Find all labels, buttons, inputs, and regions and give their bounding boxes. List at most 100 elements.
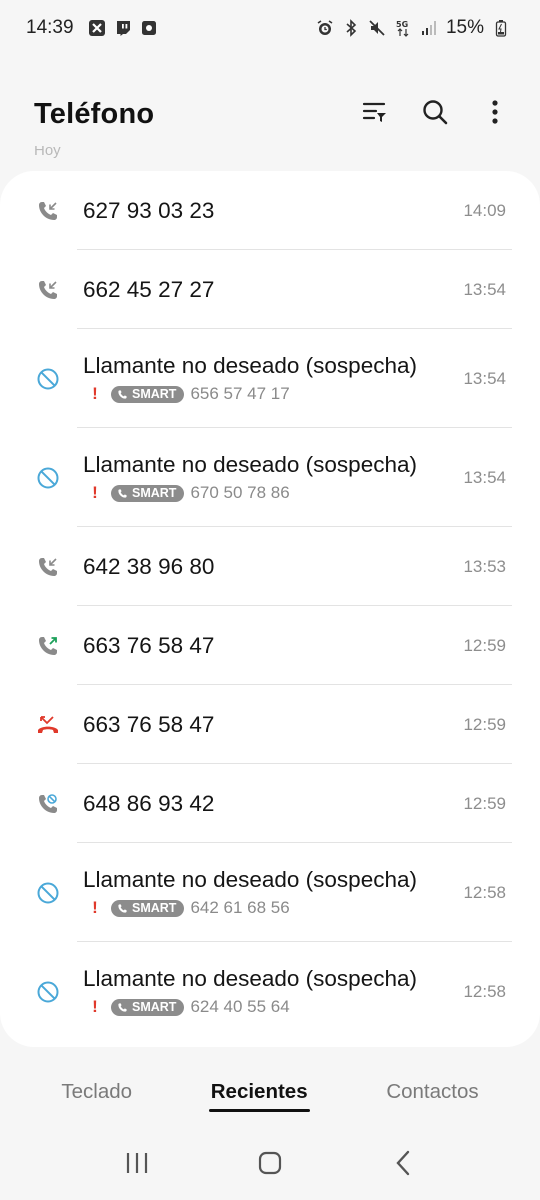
blocked-icon <box>34 978 62 1006</box>
call-time: 13:53 <box>463 556 506 576</box>
call-time: 14:09 <box>463 200 506 220</box>
blocked-icon <box>34 464 62 492</box>
header-actions <box>358 97 512 131</box>
home-icon <box>257 1150 283 1181</box>
incoming-call-icon <box>34 197 62 225</box>
warning-icon: ! <box>92 384 98 403</box>
call-details: 648 86 93 42 <box>83 791 453 817</box>
caller-name: Llamante no deseado (sospecha) <box>83 966 417 991</box>
back-button[interactable] <box>378 1140 428 1190</box>
call-time: 13:54 <box>463 279 506 299</box>
recent-apps-button[interactable] <box>112 1140 162 1190</box>
call-log-row[interactable]: Llamante no deseado (sospecha)! SMART 670 … <box>0 428 540 527</box>
caller-name: 642 38 96 80 <box>83 553 215 579</box>
incoming-call-icon <box>34 276 62 304</box>
tab-recents[interactable]: Recientes <box>207 1072 312 1112</box>
x-app-icon <box>88 19 106 37</box>
section-header-peek: Hoy <box>34 146 61 159</box>
status-right: 5G 15% <box>316 17 510 39</box>
call-log-row[interactable]: 662 45 27 27 13:54 <box>0 250 540 329</box>
battery-percent: 15% <box>445 17 484 38</box>
call-details: 642 38 96 80 <box>83 554 453 580</box>
phone-icon <box>118 389 127 399</box>
call-log-row[interactable]: 663 76 58 47 12:59 <box>0 606 540 685</box>
caller-number: 670 50 78 86 <box>190 483 290 502</box>
tab-contacts[interactable]: Contactos <box>382 1072 482 1112</box>
smart-call-badge: SMART <box>111 484 185 502</box>
recent-apps-icon <box>124 1151 150 1180</box>
warning-icon: ! <box>92 997 98 1016</box>
caller-name: 663 76 58 47 <box>83 632 215 658</box>
call-details: 627 93 03 23 <box>83 198 453 224</box>
incoming-call-icon <box>34 553 62 581</box>
blocked-icon <box>34 879 62 907</box>
phone-icon <box>118 903 127 913</box>
bottom-tab-bar: Teclado Recientes Contactos <box>0 1062 540 1122</box>
smart-call-badge: SMART <box>111 998 185 1016</box>
call-subline: ! SMART 670 50 78 86 <box>83 483 453 503</box>
filter-icon <box>362 99 388 130</box>
call-log-row[interactable]: Llamante no deseado (sospecha)! SMART 642 … <box>0 843 540 942</box>
smart-call-badge: SMART <box>111 385 185 403</box>
5g-icon: 5G <box>394 19 412 37</box>
call-log-row[interactable]: 642 38 96 80 13:53 <box>0 527 540 606</box>
tab-keypad[interactable]: Teclado <box>57 1072 136 1112</box>
caller-name: Llamante no deseado (sospecha) <box>83 452 417 477</box>
twitch-icon <box>114 19 132 37</box>
smart-badge-label: SMART <box>132 486 177 500</box>
more-vertical-icon <box>491 99 499 130</box>
page-title: Teléfono <box>34 97 155 130</box>
caller-name: 627 93 03 23 <box>83 197 215 223</box>
blocked-icon <box>34 365 62 393</box>
call-log-row[interactable]: 648 86 93 42 12:59 <box>0 764 540 843</box>
call-details: Llamante no deseado (sospecha)! SMART 670 … <box>83 452 453 503</box>
rejected-call-icon <box>34 790 62 818</box>
bluetooth-icon <box>342 19 360 37</box>
call-log-row[interactable]: 663 76 58 47 12:59 <box>0 685 540 764</box>
call-details: Llamante no deseado (sospecha)! SMART 656 … <box>83 353 453 404</box>
call-log-row[interactable]: Llamante no deseado (sospecha)! SMART 656 … <box>0 329 540 428</box>
call-log-list: 627 93 03 23 14:09 662 45 27 27 13:54 Llaman… <box>0 171 540 1047</box>
filter-button[interactable] <box>358 97 392 131</box>
call-time: 12:59 <box>463 793 506 813</box>
smart-badge-label: SMART <box>132 1000 177 1014</box>
call-log-row[interactable]: 627 93 03 23 14:09 <box>0 171 540 250</box>
call-time: 12:58 <box>463 981 506 1001</box>
call-time: 12:59 <box>463 635 506 655</box>
screen-record-icon <box>140 19 158 37</box>
caller-name: 648 86 93 42 <box>83 790 215 816</box>
call-log-row[interactable]: Llamante no deseado (sospecha)! SMART 624 … <box>0 942 540 1041</box>
smart-call-badge: SMART <box>111 899 185 917</box>
caller-number: 642 61 68 56 <box>190 898 290 917</box>
call-time: 13:54 <box>463 467 506 487</box>
caller-name: 663 76 58 47 <box>83 711 215 737</box>
svg-text:5G: 5G <box>396 20 408 29</box>
phone-icon <box>118 488 127 498</box>
back-icon <box>393 1150 413 1181</box>
app-header: Teléfono <box>0 82 540 146</box>
warning-icon: ! <box>92 898 98 917</box>
caller-number: 656 57 47 17 <box>190 384 290 403</box>
call-subline: ! SMART 624 40 55 64 <box>83 997 453 1017</box>
outgoing-call-icon <box>34 632 62 660</box>
status-time: 14:39 <box>26 17 74 38</box>
search-icon <box>421 98 449 131</box>
system-navigation-bar <box>0 1135 540 1195</box>
phone-icon <box>118 1002 127 1012</box>
alarm-icon <box>316 19 334 37</box>
call-details: 663 76 58 47 <box>83 633 453 659</box>
caller-name: Llamante no deseado (sospecha) <box>83 867 417 892</box>
call-details: Llamante no deseado (sospecha)! SMART 624 … <box>83 966 453 1017</box>
mute-icon <box>368 19 386 37</box>
call-time: 13:54 <box>463 368 506 388</box>
call-time: 12:58 <box>463 882 506 902</box>
battery-icon <box>492 19 510 37</box>
signal-icon <box>420 19 438 37</box>
caller-name: Llamante no deseado (sospecha) <box>83 353 417 378</box>
call-time: 12:59 <box>463 714 506 734</box>
home-button[interactable] <box>245 1140 295 1190</box>
more-options-button[interactable] <box>478 97 512 131</box>
call-subline: ! SMART 642 61 68 56 <box>83 898 453 918</box>
search-button[interactable] <box>418 97 452 131</box>
status-bar: 14:39 5G 15% <box>0 0 540 56</box>
